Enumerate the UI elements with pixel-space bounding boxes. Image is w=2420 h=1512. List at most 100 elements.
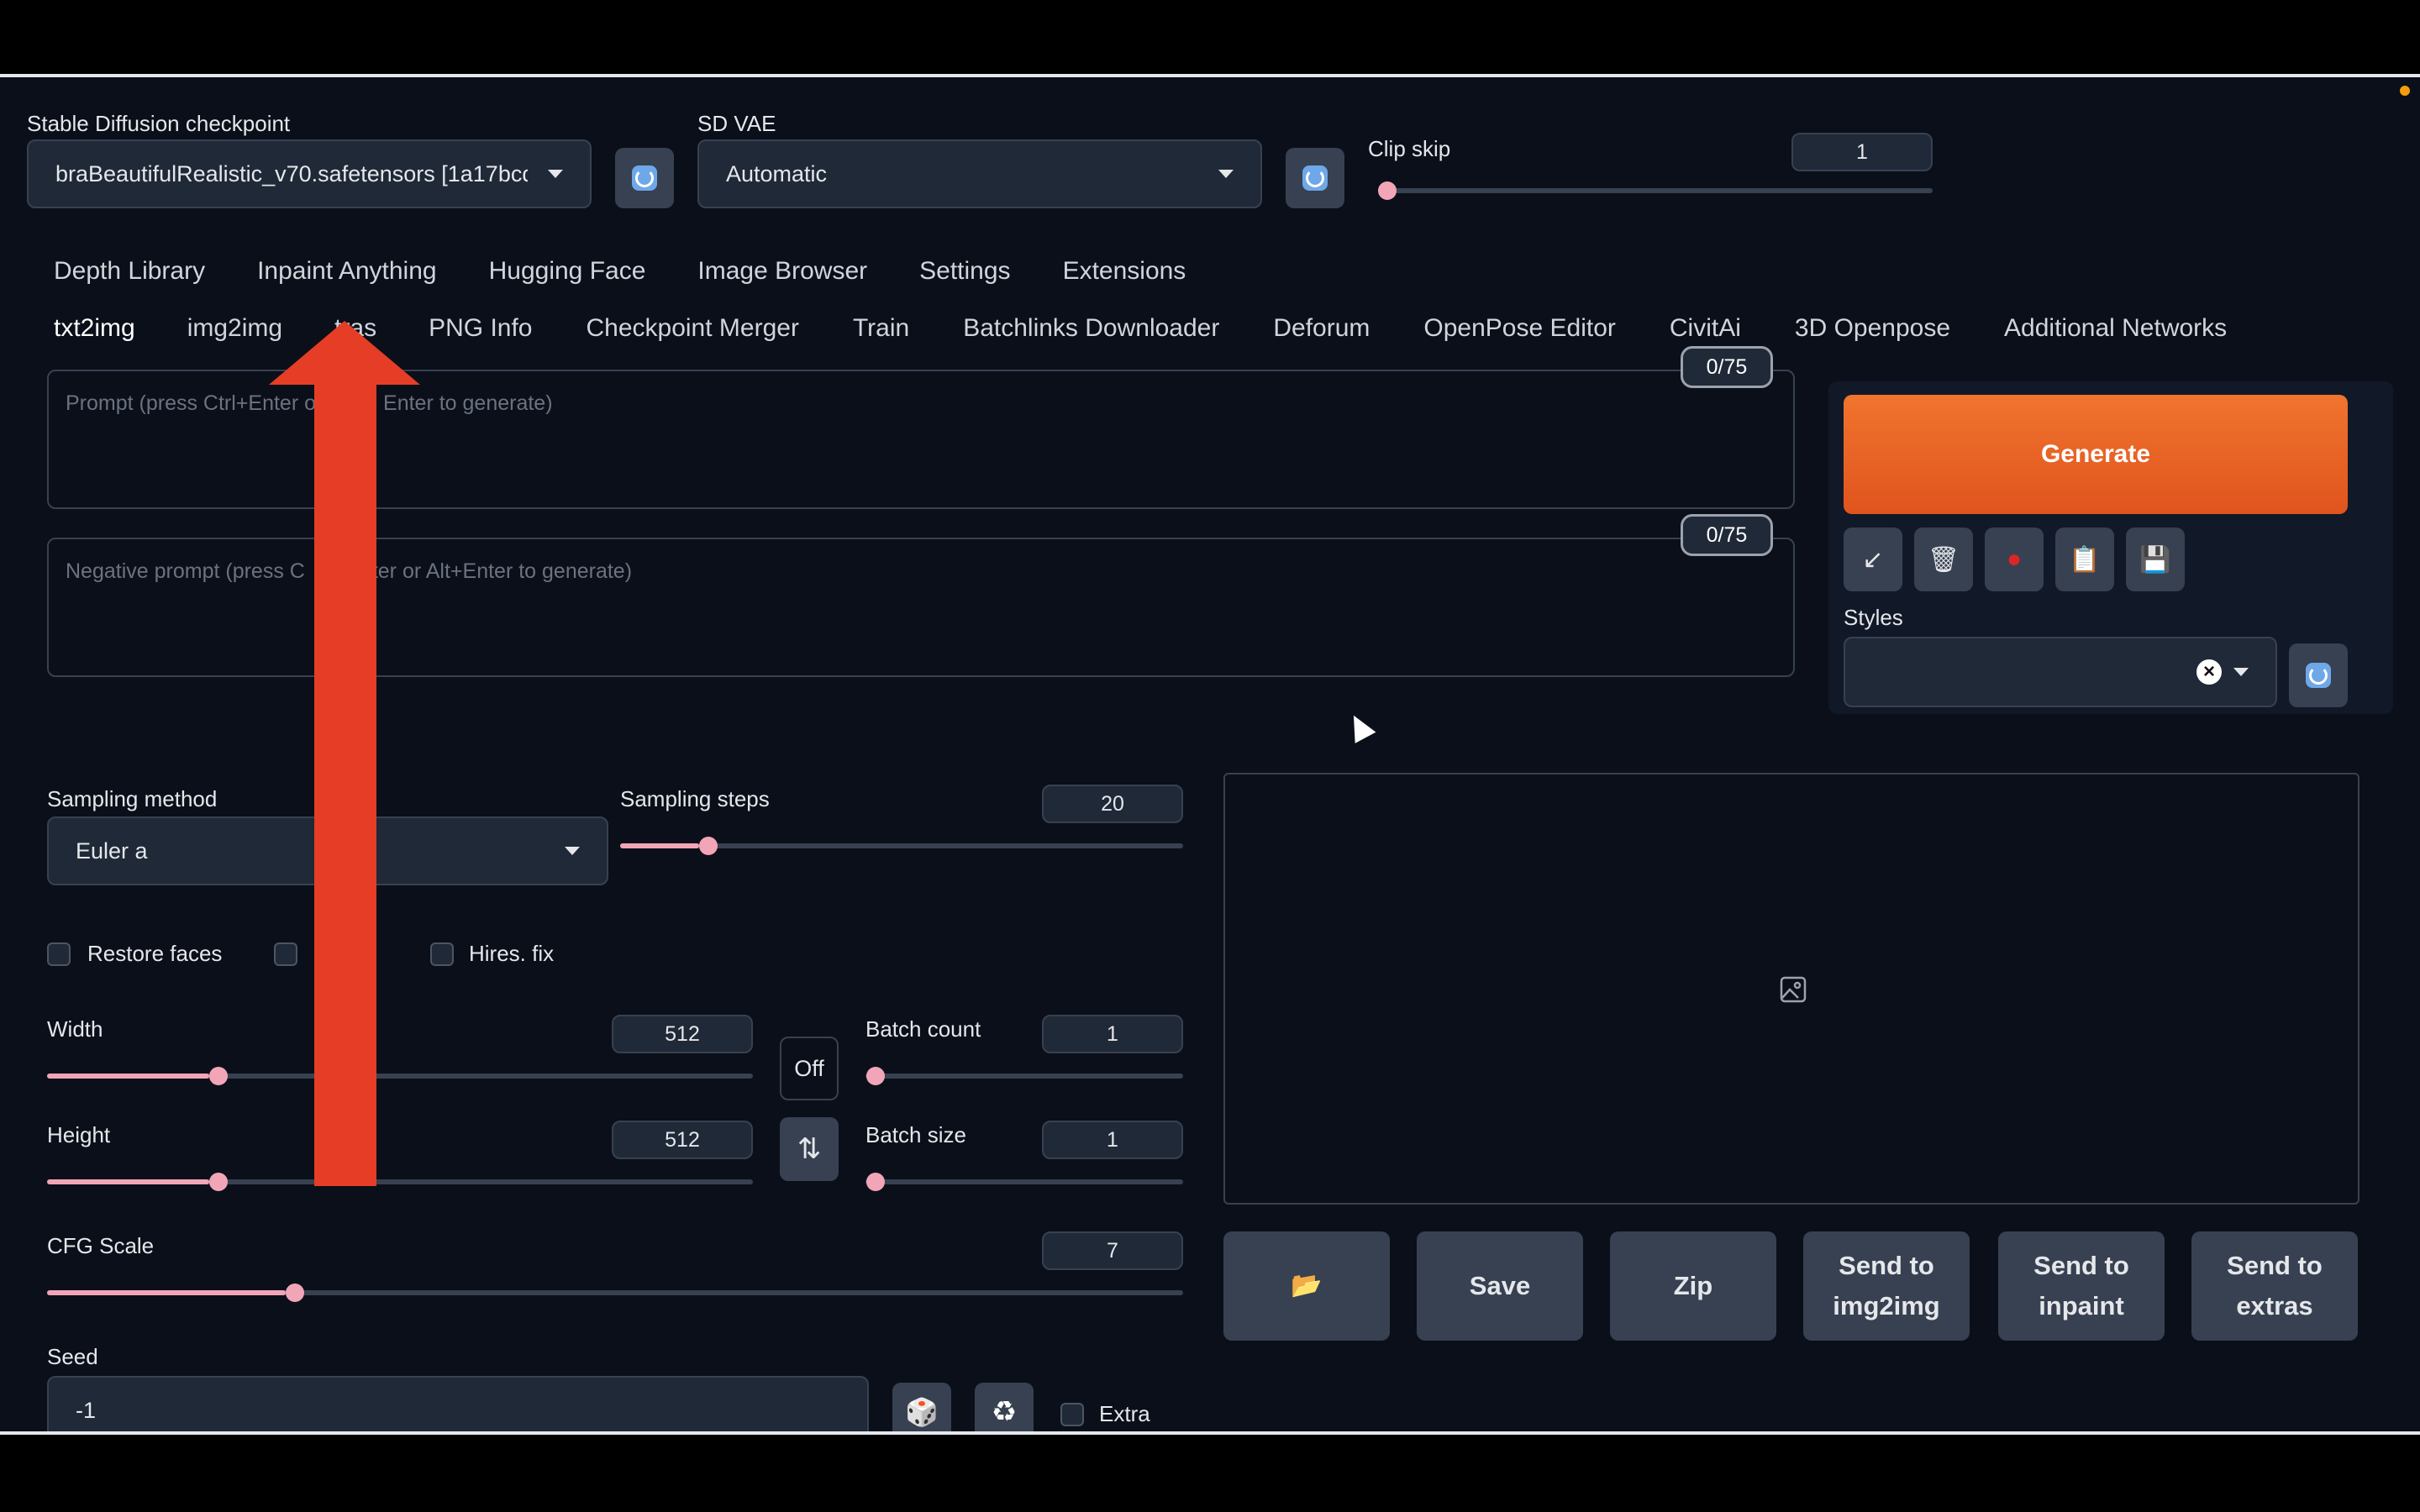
negative-prompt-token-counter: 0/75 (1681, 514, 1773, 556)
tab-image-browser[interactable]: Image Browser (697, 257, 867, 286)
output-gallery (1223, 773, 2360, 1205)
dice-icon[interactable]: 🎲 (892, 1383, 951, 1431)
tab-inpaint-anything[interactable]: Inpaint Anything (257, 257, 437, 286)
tab-3d-openpose[interactable]: 3D Openpose (1795, 314, 1950, 343)
tab-civitai[interactable]: CivitAi (1670, 314, 1741, 343)
sampling-method-value: Euler a (76, 837, 148, 864)
refresh-icon (2306, 663, 2331, 688)
refresh-icon (1302, 165, 1328, 191)
width-slider[interactable] (47, 1067, 753, 1085)
batch-size-slider-thumb[interactable] (866, 1173, 885, 1191)
batch-size-input[interactable]: 1 (1042, 1121, 1183, 1159)
hires-fix-checkbox[interactable] (430, 942, 454, 966)
height-input[interactable]: 512 (612, 1121, 753, 1159)
checkpoint-label: Stable Diffusion checkpoint (27, 111, 291, 136)
recycle-icon[interactable]: ♻ (975, 1383, 1034, 1431)
batch-count-slider-thumb[interactable] (866, 1067, 885, 1085)
prompt-placeholder-left: Prompt (press Ctrl+Enter o (66, 391, 317, 415)
height-label: Height (47, 1122, 111, 1147)
tiling-checkbox[interactable] (274, 942, 297, 966)
clip-skip-input[interactable]: 1 (1791, 133, 1933, 171)
tab-deforum[interactable]: Deforum (1273, 314, 1370, 343)
prompt-placeholder-right: Enter to generate) (383, 391, 553, 415)
tab-depth-library[interactable]: Depth Library (54, 257, 205, 286)
batch-count-slider[interactable] (865, 1067, 1183, 1085)
clip-skip-label: Clip skip (1368, 136, 1451, 161)
hires-fix-label: Hires. fix (469, 941, 555, 966)
arrow-down-left-icon[interactable]: ↙ (1844, 528, 1902, 591)
trash-icon[interactable]: 🗑 (1914, 528, 1973, 591)
save-button[interactable]: Save (1417, 1231, 1583, 1341)
width-slider-thumb[interactable] (209, 1067, 229, 1085)
chevron-down-icon (2233, 668, 2249, 676)
tab-train[interactable]: Train (853, 314, 909, 343)
tab-png-info[interactable]: PNG Info (429, 314, 532, 343)
tab-openpose-editor[interactable]: OpenPose Editor (1423, 314, 1615, 343)
chevron-down-icon (548, 170, 563, 178)
negative-prompt-placeholder-right: ter or Alt+Enter to generate) (371, 559, 633, 583)
seed-input[interactable]: -1 (47, 1376, 869, 1431)
tab-hugging-face[interactable]: Hugging Face (489, 257, 646, 286)
sampling-steps-slider[interactable] (620, 837, 1183, 855)
sampling-method-label: Sampling method (47, 786, 218, 811)
generate-button[interactable]: Generate (1844, 395, 2348, 514)
sampling-steps-input[interactable]: 20 (1042, 785, 1183, 823)
width-label: Width (47, 1016, 103, 1042)
open-folder-icon[interactable]: 📂 (1223, 1231, 1390, 1341)
chevron-down-icon (565, 847, 580, 855)
batch-size-label: Batch size (865, 1122, 966, 1147)
extra-seed-checkbox[interactable] (1060, 1403, 1084, 1426)
save-icon[interactable]: 💾 (2126, 528, 2185, 591)
swap-dimensions-icon[interactable]: ⇅ (780, 1117, 839, 1181)
vae-dropdown[interactable]: Automatic (697, 139, 1262, 208)
vae-label: SD VAE (697, 111, 776, 136)
seed-label: Seed (47, 1344, 98, 1369)
cfg-scale-slider-thumb[interactable] (285, 1284, 304, 1302)
restore-faces-checkbox[interactable] (47, 942, 71, 966)
send-to-extras-button[interactable]: Send to extras (2191, 1231, 2358, 1341)
height-slider-thumb[interactable] (209, 1173, 229, 1191)
prompt-input[interactable]: Prompt (press Ctrl+Enter o Enter to gener… (47, 370, 1795, 509)
red-card-icon[interactable]: ● (1985, 528, 2044, 591)
height-slider-fill (47, 1179, 210, 1184)
negative-prompt-input[interactable]: Negative prompt (press C ter or Alt+Enter… (47, 538, 1795, 677)
refresh-icon (632, 165, 657, 191)
prompt-token-counter: 0/75 (1681, 346, 1773, 388)
checkpoint-value: braBeautifulRealistic_v70.safetensors [1… (55, 160, 528, 186)
batch-count-input[interactable]: 1 (1042, 1015, 1183, 1053)
clip-skip-slider[interactable] (1378, 181, 1933, 200)
tab-additional-networks[interactable]: Additional Networks (2004, 314, 2227, 343)
tab-checkpoint-merger[interactable]: Checkpoint Merger (586, 314, 798, 343)
zip-button[interactable]: Zip (1610, 1231, 1776, 1341)
webui-app: Stable Diffusion checkpoint braBeautiful… (0, 74, 2420, 1435)
send-to-inpaint-button[interactable]: Send to inpaint (1998, 1231, 2165, 1341)
sampling-steps-slider-thumb[interactable] (698, 837, 718, 855)
clipboard-icon[interactable]: 📋 (2055, 528, 2114, 591)
sampling-steps-slider-fill (620, 843, 699, 848)
batch-size-slider[interactable] (865, 1173, 1183, 1191)
send-extras-line2: extras (2236, 1291, 2313, 1320)
styles-dropdown[interactable]: × (1844, 637, 2277, 707)
clear-icon[interactable]: × (2196, 659, 2222, 685)
aspect-lock-toggle[interactable]: Off (780, 1037, 839, 1100)
refresh-styles-button[interactable] (2289, 643, 2348, 707)
cfg-scale-slider[interactable] (47, 1284, 1183, 1302)
seed-value: -1 (76, 1397, 97, 1423)
send-img2img-line1: Send to (1839, 1250, 1934, 1280)
clip-skip-slider-thumb[interactable] (1378, 181, 1397, 200)
letterbox-top (0, 0, 2420, 74)
height-slider[interactable] (47, 1173, 753, 1191)
send-inpaint-line1: Send to (2033, 1250, 2129, 1280)
restore-faces-label: Restore faces (87, 941, 223, 966)
checkpoint-dropdown[interactable]: braBeautifulRealistic_v70.safetensors [1… (27, 139, 592, 208)
tab-txt2img[interactable]: txt2img (54, 314, 135, 343)
send-to-img2img-button[interactable]: Send to img2img (1803, 1231, 1970, 1341)
tab-extensions[interactable]: Extensions (1063, 257, 1186, 286)
image-placeholder-icon (1780, 976, 1807, 1003)
cfg-scale-input[interactable]: 7 (1042, 1231, 1183, 1270)
refresh-vae-button[interactable] (1286, 148, 1344, 208)
width-input[interactable]: 512 (612, 1015, 753, 1053)
tab-batchlinks-downloader[interactable]: Batchlinks Downloader (963, 314, 1219, 343)
tab-settings[interactable]: Settings (919, 257, 1010, 286)
refresh-checkpoint-button[interactable] (615, 148, 674, 208)
